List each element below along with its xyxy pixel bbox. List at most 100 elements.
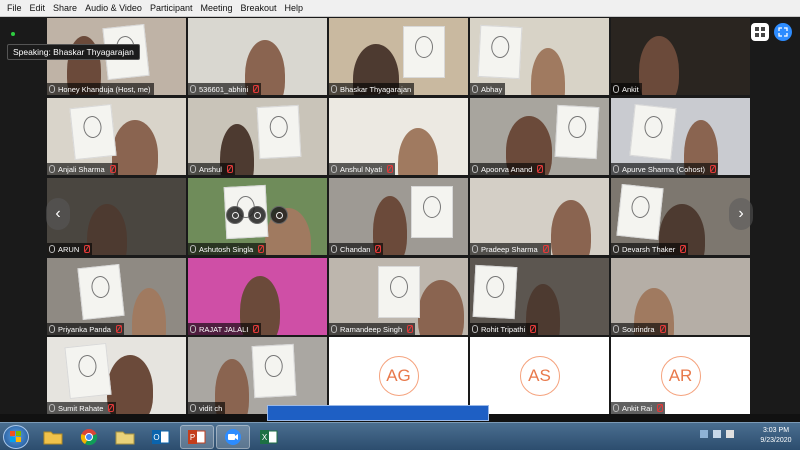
- windows-taskbar: O P X: [0, 422, 800, 450]
- participant-tile[interactable]: Ashutosh Singla: [188, 178, 327, 255]
- muted-mic-icon: [709, 165, 716, 173]
- participant-tile[interactable]: Anshul Nyati: [329, 98, 468, 175]
- participant-tile[interactable]: Pradeep Sharma: [470, 178, 609, 255]
- participant-name: Apoorva Anand: [481, 164, 533, 174]
- sketch-paper: [256, 104, 302, 160]
- muted-mic-icon: [656, 404, 664, 412]
- clock-time: 3:03 PM: [762, 427, 790, 434]
- more-button[interactable]: [270, 206, 288, 224]
- participant-tile[interactable]: Sourindra: [611, 258, 750, 335]
- participant-tile[interactable]: Ankit: [611, 18, 750, 95]
- signal-icon: [331, 325, 337, 333]
- mute-icon: [231, 211, 239, 219]
- taskbar-zoom[interactable]: [216, 425, 250, 449]
- muted-mic-icon: [386, 165, 394, 173]
- participant-tile[interactable]: Ramandeep Singh: [329, 258, 468, 335]
- menu-breakout[interactable]: Breakout: [237, 0, 281, 17]
- participant-name: Ankit Rai: [622, 403, 653, 413]
- participant-tile[interactable]: 536601_abhini: [188, 18, 327, 95]
- taskbar-outlook[interactable]: O: [144, 425, 178, 449]
- signal-icon: [613, 325, 619, 333]
- participant-tile[interactable]: Priyanka Panda: [47, 258, 186, 335]
- taskbar-excel[interactable]: X: [252, 425, 286, 449]
- menu-share[interactable]: Share: [49, 0, 81, 17]
- muted-mic-icon: [659, 325, 666, 333]
- participant-name: Abhay: [481, 84, 503, 94]
- taskbar-folder[interactable]: [108, 425, 142, 449]
- start-button[interactable]: [3, 425, 29, 449]
- participant-tile[interactable]: Bhaskar Thyagarajan: [329, 18, 468, 95]
- next-page-button[interactable]: ›: [729, 198, 753, 230]
- network-icon[interactable]: [700, 430, 708, 438]
- signal-icon: [472, 85, 478, 93]
- face-sketch: [567, 115, 587, 139]
- sketch-paper: [616, 183, 664, 241]
- menu-file[interactable]: File: [3, 0, 26, 17]
- participant-tile[interactable]: Abhay: [470, 18, 609, 95]
- participant-tile[interactable]: vidit ch: [188, 337, 327, 414]
- participant-tile[interactable]: Apurve Sharma (Cohost): [611, 98, 750, 175]
- participant-name-tag: Anshul Nyati: [329, 163, 396, 175]
- menu-meeting[interactable]: Meeting: [196, 0, 236, 17]
- participant-tile[interactable]: RAJAT JALALI: [188, 258, 327, 335]
- participant-name: RAJAT JALALI: [199, 324, 249, 334]
- taskbar-chrome[interactable]: [72, 425, 106, 449]
- participant-tile[interactable]: Chandan: [329, 178, 468, 255]
- participant-name-tag: ARUN: [47, 243, 93, 255]
- menu-bar: File Edit Share Audio & Video Participan…: [0, 0, 800, 17]
- menu-audio-video[interactable]: Audio & Video: [81, 0, 146, 17]
- signal-icon: [331, 85, 337, 93]
- participant-name-tag: Sumit Rahate: [47, 402, 117, 414]
- participant-name-tag: Rohit Tripathi: [470, 323, 539, 335]
- participant-name: Anshul Nyati: [340, 164, 383, 174]
- taskbar-clock[interactable]: 3:03 PM 9/23/2020: [754, 426, 798, 446]
- volume-icon[interactable]: [713, 430, 721, 438]
- sketch-paper: [403, 26, 445, 78]
- menu-help[interactable]: Help: [281, 0, 308, 17]
- avatar: AG: [378, 355, 419, 396]
- participant-name: Ramandeep Singh: [340, 324, 403, 334]
- participant-name: Rohit Tripathi: [481, 324, 526, 334]
- previous-page-button[interactable]: ‹: [46, 198, 70, 230]
- signal-icon: [613, 404, 619, 412]
- sketch-paper: [77, 263, 125, 321]
- participant-name: Ankit: [622, 84, 639, 94]
- menu-participant[interactable]: Participant: [146, 0, 197, 17]
- participant-tile[interactable]: Apoorva Anand: [470, 98, 609, 175]
- svg-text:P: P: [190, 433, 195, 442]
- grid-icon: [755, 27, 765, 37]
- taskbar-powerpoint[interactable]: P: [180, 425, 214, 449]
- participant-tile[interactable]: Rohit Tripathi: [470, 258, 609, 335]
- gallery-view-button[interactable]: [751, 23, 769, 41]
- participant-tile[interactable]: AS: [470, 337, 609, 414]
- shared-window-preview[interactable]: [267, 405, 489, 421]
- participant-tile[interactable]: AG: [329, 337, 468, 414]
- zoom-icon: [225, 429, 241, 445]
- svg-text:O: O: [153, 433, 159, 442]
- fullscreen-button[interactable]: [774, 23, 792, 41]
- sketch-paper: [69, 103, 117, 161]
- participant-tile[interactable]: Sumit Rahate: [47, 337, 186, 414]
- muted-mic-icon: [406, 325, 414, 333]
- taskbar-file-explorer[interactable]: [36, 425, 70, 449]
- participant-name-tag: Ankit Rai: [611, 402, 666, 414]
- face-sketch: [264, 354, 284, 378]
- sketch-paper: [251, 343, 297, 399]
- participant-name: Apurve Sharma (Cohost): [622, 164, 705, 174]
- face-sketch: [490, 35, 510, 59]
- sketch-paper: [64, 342, 112, 400]
- participant-tile[interactable]: Anjali Sharma: [47, 98, 186, 175]
- menu-edit[interactable]: Edit: [26, 0, 50, 17]
- participant-name: Priyanka Panda: [58, 324, 111, 334]
- flag-icon[interactable]: [726, 430, 734, 438]
- participant-tile[interactable]: AR Ankit Rai: [611, 337, 750, 414]
- signal-icon: [49, 245, 55, 253]
- avatar: AS: [519, 355, 560, 396]
- chat-button[interactable]: [248, 206, 266, 224]
- signal-icon: [472, 325, 478, 333]
- participant-name: Devarsh Thaker: [622, 244, 676, 254]
- participant-tile[interactable]: Anshul: [188, 98, 327, 175]
- outlook-icon: O: [152, 430, 170, 444]
- signal-icon: [190, 85, 196, 93]
- mute-button[interactable]: [226, 206, 244, 224]
